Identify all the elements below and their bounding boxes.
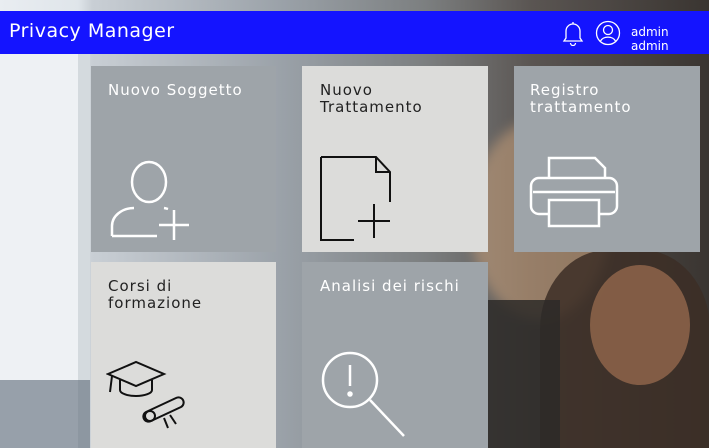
tile-label: Nuovo Soggetto bbox=[108, 81, 243, 99]
tile-label: Corsi di formazione bbox=[108, 277, 203, 312]
magnifier-alert-icon bbox=[321, 351, 405, 437]
tile-corsi-di-formazione[interactable]: Corsi di formazione bbox=[91, 262, 276, 448]
tile-label: Registro trattamento bbox=[530, 81, 632, 116]
tile-nuovo-trattamento[interactable]: Nuovo Trattamento bbox=[302, 66, 488, 252]
user-menu-name[interactable]: admin admin bbox=[631, 25, 709, 53]
printer-icon bbox=[529, 156, 619, 228]
tile-analisi-dei-rischi[interactable]: Analisi dei rischi bbox=[302, 262, 488, 448]
tile-registro-trattamento[interactable]: Registro trattamento bbox=[514, 66, 700, 252]
tile-label: Nuovo Trattamento bbox=[320, 81, 423, 116]
user-circle-icon[interactable] bbox=[595, 20, 621, 46]
background-photo-person bbox=[590, 265, 690, 385]
tile-label: Analisi dei rischi bbox=[320, 277, 460, 295]
bell-icon[interactable] bbox=[562, 20, 584, 47]
background-photo-desk bbox=[0, 380, 90, 448]
graduation-cap-diploma-icon bbox=[106, 360, 185, 429]
top-bar: Privacy Manager admin admin bbox=[0, 11, 709, 54]
user-add-icon bbox=[110, 160, 189, 240]
tile-nuovo-soggetto[interactable]: Nuovo Soggetto bbox=[91, 66, 276, 252]
app-title: Privacy Manager bbox=[9, 20, 175, 42]
app-window: Privacy Manager admin admin Nuovo Sogget… bbox=[0, 0, 709, 448]
document-add-icon bbox=[320, 156, 391, 241]
